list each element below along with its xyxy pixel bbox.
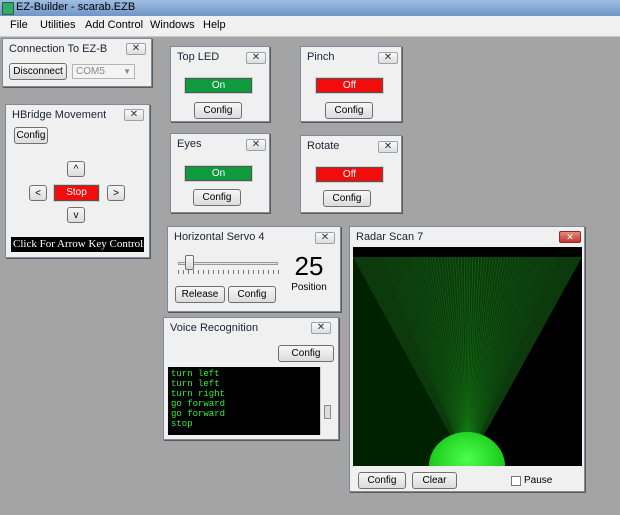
- voice-config-button[interactable]: Config: [278, 345, 334, 362]
- slider-tick: [193, 270, 194, 274]
- close-icon[interactable]: ✕: [311, 322, 331, 334]
- menu-windows[interactable]: Windows: [150, 19, 195, 31]
- hbridge-panel: HBridge Movement ✕ Config ^ < Stop > v C…: [5, 104, 150, 258]
- servo-position-value: 25: [294, 251, 324, 281]
- app-title-bar: EZ-Builder - scarab.EZB: [0, 0, 620, 16]
- top-led-title: Top LED: [177, 51, 220, 63]
- release-button[interactable]: Release: [175, 286, 225, 303]
- eyes-toggle[interactable]: On: [184, 165, 253, 182]
- forward-button[interactable]: ^: [67, 161, 85, 177]
- hbridge-title: HBridge Movement: [12, 109, 107, 121]
- app-icon: [2, 2, 14, 15]
- com-port-value: COM5: [76, 66, 105, 77]
- slider-tick: [233, 270, 234, 274]
- slider-ticks: [178, 270, 279, 274]
- servo-position-label: Position: [291, 282, 327, 293]
- slider-tick: [223, 270, 224, 274]
- close-icon[interactable]: ✕: [246, 52, 266, 64]
- stop-button[interactable]: Stop: [53, 184, 100, 202]
- servo-config-button[interactable]: Config: [228, 286, 276, 303]
- arrow-key-control[interactable]: Click For Arrow Key Control: [11, 237, 144, 252]
- rotate-panel: Rotate ✕ Off Config: [300, 135, 402, 213]
- right-button[interactable]: >: [107, 185, 125, 201]
- slider-tick: [273, 270, 274, 274]
- menu-utilities[interactable]: Utilities: [40, 19, 75, 31]
- slider-tick: [208, 270, 209, 274]
- slider-tick: [243, 270, 244, 274]
- menu-add-control[interactable]: Add Control: [85, 19, 143, 31]
- radar-display: [353, 247, 582, 466]
- log-line: go forward: [171, 399, 226, 409]
- slider-tick: [178, 270, 179, 274]
- close-icon[interactable]: ✕: [378, 52, 398, 64]
- servo-title: Horizontal Servo 4: [174, 231, 265, 243]
- close-icon[interactable]: ✕: [315, 232, 335, 244]
- app-title: EZ-Builder - scarab.EZB: [16, 1, 136, 13]
- log-line: turn left: [171, 369, 220, 379]
- radar-scan: [353, 256, 582, 466]
- eyes-panel: Eyes ✕ On Config: [170, 133, 270, 213]
- slider-tick: [188, 270, 189, 274]
- menu-file[interactable]: File: [10, 19, 28, 31]
- top-led-panel: Top LED ✕ On Config: [170, 46, 270, 122]
- close-icon[interactable]: ✕: [126, 43, 146, 55]
- slider-thumb[interactable]: [185, 255, 194, 270]
- log-line: turn right: [171, 389, 226, 399]
- pause-label: Pause: [524, 475, 553, 486]
- pause-checkbox[interactable]: [511, 476, 521, 486]
- slider-tick: [213, 270, 214, 274]
- rotate-config-button[interactable]: Config: [323, 190, 371, 207]
- eyes-title: Eyes: [177, 138, 202, 150]
- close-icon[interactable]: ✕: [246, 139, 266, 151]
- slider-tick: [228, 270, 229, 274]
- slider-tick: [278, 270, 279, 274]
- voice-title: Voice Recognition: [170, 322, 259, 334]
- reverse-button[interactable]: v: [67, 207, 85, 223]
- voice-log-scrollbar[interactable]: [320, 367, 334, 435]
- slider-tick: [238, 270, 239, 274]
- radar-panel: Radar Scan 7 ✕ Config Clear Pause: [349, 226, 585, 492]
- slider-tick: [183, 270, 184, 274]
- pinch-title: Pinch: [307, 51, 335, 63]
- radar-title: Radar Scan 7: [356, 231, 424, 243]
- rotate-toggle[interactable]: Off: [315, 166, 384, 183]
- slider-tick: [253, 270, 254, 274]
- slider-tick: [268, 270, 269, 274]
- top-led-toggle[interactable]: On: [184, 77, 253, 94]
- close-icon[interactable]: ✕: [559, 231, 581, 243]
- voice-panel: Voice Recognition ✕ Config turn left tur…: [163, 317, 339, 440]
- scroll-thumb[interactable]: [324, 405, 331, 419]
- log-line: turn left: [171, 379, 220, 389]
- eyes-config-button[interactable]: Config: [193, 189, 241, 206]
- connection-panel: Connection To EZ-B ✕ Disconnect COM5 ▼: [2, 38, 152, 87]
- top-led-config-button[interactable]: Config: [194, 102, 242, 119]
- connection-title: Connection To EZ-B: [9, 43, 108, 55]
- left-button[interactable]: <: [29, 185, 47, 201]
- radar-config-button[interactable]: Config: [358, 472, 406, 489]
- disconnect-button[interactable]: Disconnect: [9, 63, 67, 80]
- slider-tick: [203, 270, 204, 274]
- close-icon[interactable]: ✕: [378, 141, 398, 153]
- com-port-select[interactable]: COM5 ▼: [72, 64, 135, 79]
- pinch-panel: Pinch ✕ Off Config: [300, 46, 402, 122]
- servo-panel: Horizontal Servo 4 ✕ 25 Position Release…: [167, 226, 341, 312]
- slider-tick: [263, 270, 264, 274]
- rotate-title: Rotate: [307, 140, 340, 152]
- menu-help[interactable]: Help: [203, 19, 226, 31]
- voice-log[interactable]: turn left turn left turn right go forwar…: [168, 367, 320, 435]
- slider-tick: [218, 270, 219, 274]
- slider-tick: [198, 270, 199, 274]
- slider-tick: [258, 270, 259, 274]
- servo-slider[interactable]: [178, 255, 279, 275]
- pinch-toggle[interactable]: Off: [315, 77, 384, 94]
- log-line: stop: [171, 419, 193, 429]
- close-icon[interactable]: ✕: [124, 109, 144, 121]
- menu-bar: File Utilities Add Control Windows Help: [0, 16, 620, 37]
- log-line: go forward: [171, 409, 226, 419]
- chevron-down-icon: ▼: [123, 67, 131, 76]
- slider-tick: [248, 270, 249, 274]
- clear-button[interactable]: Clear: [412, 472, 457, 489]
- hbridge-config-button[interactable]: Config: [14, 127, 48, 144]
- pinch-config-button[interactable]: Config: [325, 102, 373, 119]
